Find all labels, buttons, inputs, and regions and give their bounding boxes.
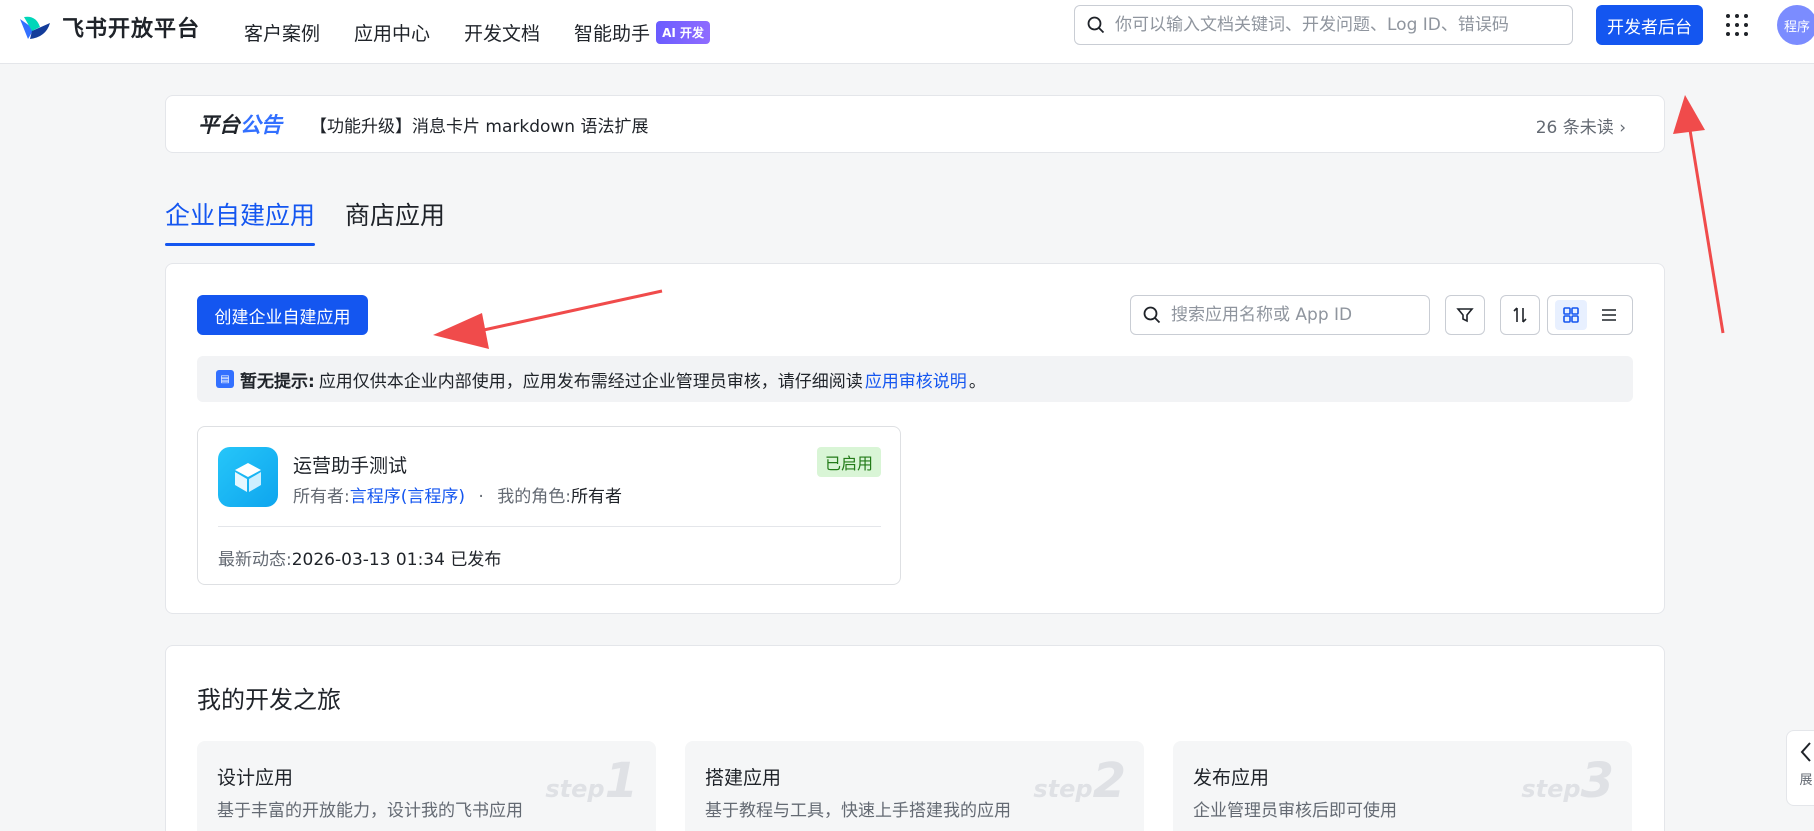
sort-button[interactable] <box>1500 295 1540 335</box>
status-badge: 已启用 <box>816 447 881 477</box>
step-number: step2 <box>1033 753 1126 809</box>
app-meta: 所有者:言程序(言程序) · 我的角色:所有者 <box>293 487 622 507</box>
nav-smart-assistant[interactable]: 智能助手 AI 开发 <box>574 19 710 46</box>
tab-enterprise-apps[interactable]: 企业自建应用 <box>165 196 316 246</box>
list-view-button[interactable] <box>1593 300 1625 330</box>
sort-icon <box>1513 307 1527 323</box>
chevron-right-icon: › <box>1619 118 1626 138</box>
step-design-app[interactable]: 设计应用 基于丰富的开放能力，设计我的飞书应用 step1 <box>197 741 656 831</box>
app-search-input[interactable] <box>1171 305 1429 325</box>
view-toggle <box>1547 295 1633 335</box>
nav-smart-assistant-label: 智能助手 <box>574 22 651 45</box>
nav-app-center[interactable]: 应用中心 <box>354 19 430 46</box>
unread-count-link[interactable]: 26 条未读 › <box>1536 113 1626 138</box>
nav-dev-docs[interactable]: 开发文档 <box>464 19 540 46</box>
side-expand-tab[interactable]: 展 <box>1786 730 1814 806</box>
tab-store-apps[interactable]: 商店应用 <box>345 196 445 246</box>
search-icon <box>1143 306 1161 324</box>
announcement-text[interactable]: 【功能升级】消息卡片 markdown 语法扩展 <box>310 112 649 137</box>
journey-steps: 设计应用 基于丰富的开放能力，设计我的飞书应用 step1 搭建应用 基于教程与… <box>197 741 1632 831</box>
cube-app-icon <box>218 447 278 507</box>
dev-journey-panel: 我的开发之旅 设计应用 基于丰富的开放能力，设计我的飞书应用 step1 搭建应… <box>165 645 1665 831</box>
arrow-head <box>1673 95 1705 134</box>
notice-icon: ▤ <box>216 370 234 388</box>
step-number: step1 <box>545 753 638 809</box>
platform-announcement[interactable]: 平台公告 【功能升级】消息卡片 markdown 语法扩展 26 条未读 › <box>165 95 1665 153</box>
nav-customer-cases[interactable]: 客户案例 <box>244 19 320 46</box>
developer-console-button[interactable]: 开发者后台 <box>1596 5 1703 45</box>
step-number: step3 <box>1521 753 1614 809</box>
top-navigation-bar: 飞书开放平台 客户案例 应用中心 开发文档 智能助手 AI 开发 开发者后台 程… <box>0 0 1814 64</box>
latest-activity: 最新动态:2026-03-13 01:34 已发布 <box>218 550 502 570</box>
logo-text: 飞书开放平台 <box>62 17 201 42</box>
avatar[interactable]: 程序 <box>1777 5 1814 45</box>
arrow-to-console-button <box>1688 129 1725 334</box>
logo[interactable]: 飞书开放平台 <box>18 11 200 43</box>
grid-view-icon <box>1563 307 1579 323</box>
divider <box>218 526 881 527</box>
filter-button[interactable] <box>1445 295 1485 335</box>
main-nav: 客户案例 应用中心 开发文档 智能助手 AI 开发 <box>244 0 710 64</box>
filter-icon <box>1456 308 1474 323</box>
feishu-logo-icon <box>20 16 50 39</box>
app-type-tabs: 企业自建应用 商店应用 <box>165 196 445 246</box>
search-icon <box>1087 16 1105 34</box>
review-notice: ▤ 暂无提示: 应用仅供本企业内部使用，应用发布需经过企业管理员审核，请仔细阅读… <box>197 356 1633 402</box>
grid-view-button[interactable] <box>1555 300 1587 330</box>
step-publish-app[interactable]: 发布应用 企业管理员审核后即可使用 step3 <box>1173 741 1632 831</box>
notice-label: 暂无提示: <box>240 371 315 392</box>
global-search-input[interactable] <box>1115 15 1572 35</box>
apps-grid-icon[interactable] <box>1726 14 1748 36</box>
app-search[interactable] <box>1130 295 1430 335</box>
journey-title: 我的开发之旅 <box>197 686 341 714</box>
notice-text: 应用仅供本企业内部使用，应用发布需经过企业管理员审核，请仔细阅读 <box>318 371 863 392</box>
global-search[interactable] <box>1074 5 1573 45</box>
create-enterprise-app-button[interactable]: 创建企业自建应用 <box>197 295 368 335</box>
app-name[interactable]: 运营助手测试 <box>293 451 407 478</box>
chevron-left-icon <box>1800 742 1811 762</box>
announcement-title: 平台公告 <box>198 113 282 137</box>
ai-badge: AI 开发 <box>656 20 710 44</box>
owner-link[interactable]: 言程序(言程序) <box>350 487 465 507</box>
app-card[interactable]: 运营助手测试 已启用 所有者:言程序(言程序) · 我的角色:所有者 最新动态:… <box>197 426 901 585</box>
step-build-app[interactable]: 搭建应用 基于教程与工具，快速上手搭建我的应用 step2 <box>685 741 1144 831</box>
list-view-icon <box>1602 309 1616 321</box>
apps-panel: 创建企业自建应用 ▤ 暂无提示: 应用仅供本企业内部使用，应用发布需经过企业管理… <box>165 263 1665 614</box>
review-guide-link[interactable]: 应用审核说明 <box>865 367 967 392</box>
